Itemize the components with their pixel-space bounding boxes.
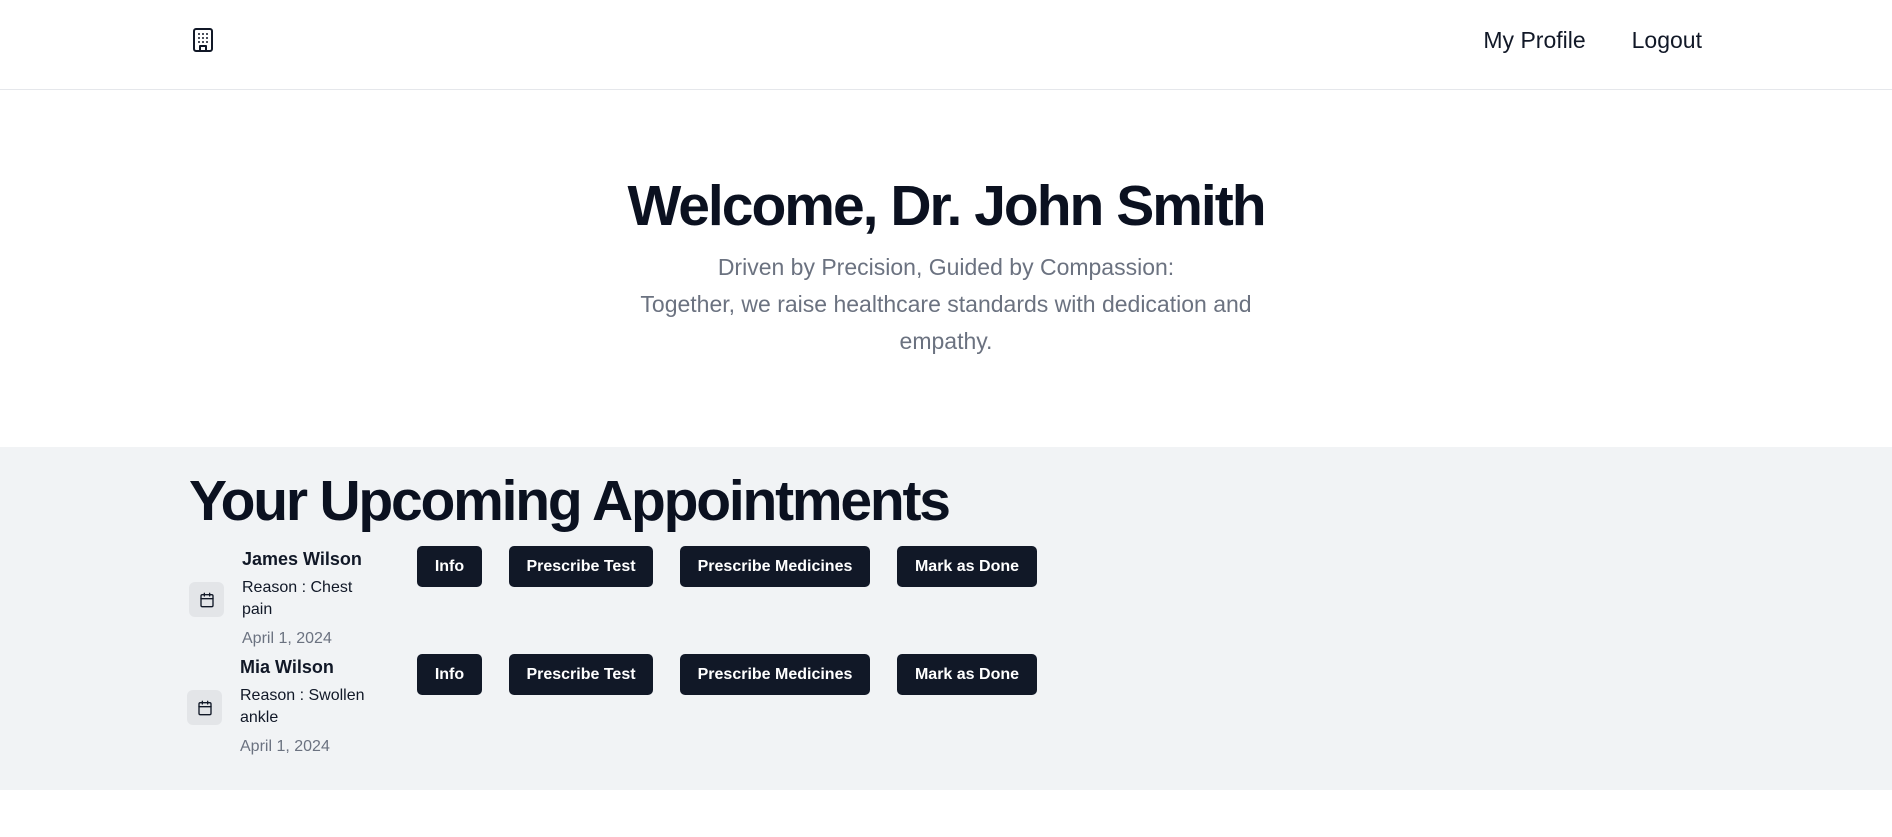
appointment-item: Mia Wilson Reason : Swollen ankle April … xyxy=(187,654,1087,762)
page-title: Welcome, Dr. John Smith xyxy=(627,174,1266,238)
patient-name: Mia Wilson xyxy=(240,657,334,677)
building-icon[interactable] xyxy=(190,27,216,53)
info-button[interactable]: Info xyxy=(417,654,482,695)
prescribe-medicines-button[interactable]: Prescribe Medicines xyxy=(680,546,870,587)
site-header: My Profile Logout xyxy=(0,0,1892,90)
calendar-icon xyxy=(187,690,222,725)
appointments-heading: Your Upcoming Appointments xyxy=(189,469,951,533)
hero-section: Welcome, Dr. John Smith Driven by Precis… xyxy=(0,91,1892,447)
my-profile-link[interactable]: My Profile xyxy=(1483,24,1585,56)
appointment-details: Mia Wilson Reason : Swollen ankle April … xyxy=(240,654,380,757)
tagline-line-1: Driven by Precision, Guided by Compassio… xyxy=(717,254,1175,280)
appointment-reason: Reason : Swollen ankle xyxy=(240,687,365,726)
patient-name: James Wilson xyxy=(242,549,362,569)
appointment-item: James Wilson Reason : Chest pain April 1… xyxy=(189,546,1089,654)
tagline: Driven by Precision, Guided by Compassio… xyxy=(596,249,1296,360)
mark-as-done-button[interactable]: Mark as Done xyxy=(897,546,1037,587)
appointment-reason: Reason : Chest pain xyxy=(242,579,353,618)
mark-as-done-button[interactable]: Mark as Done xyxy=(897,654,1037,695)
calendar-icon xyxy=(189,582,224,617)
tagline-line-2: Together, we raise healthcare standards … xyxy=(640,291,1252,354)
prescribe-medicines-button[interactable]: Prescribe Medicines xyxy=(680,654,870,695)
appointments-section: Your Upcoming Appointments James Wilson … xyxy=(0,447,1892,790)
prescribe-test-button[interactable]: Prescribe Test xyxy=(509,546,653,587)
prescribe-test-button[interactable]: Prescribe Test xyxy=(509,654,653,695)
appointment-details: James Wilson Reason : Chest pain April 1… xyxy=(242,546,382,649)
logout-link[interactable]: Logout xyxy=(1632,24,1702,56)
top-nav: My Profile Logout xyxy=(1483,24,1702,56)
appointment-date: April 1, 2024 xyxy=(242,630,332,647)
appointment-date: April 1, 2024 xyxy=(240,738,330,755)
info-button[interactable]: Info xyxy=(417,546,482,587)
